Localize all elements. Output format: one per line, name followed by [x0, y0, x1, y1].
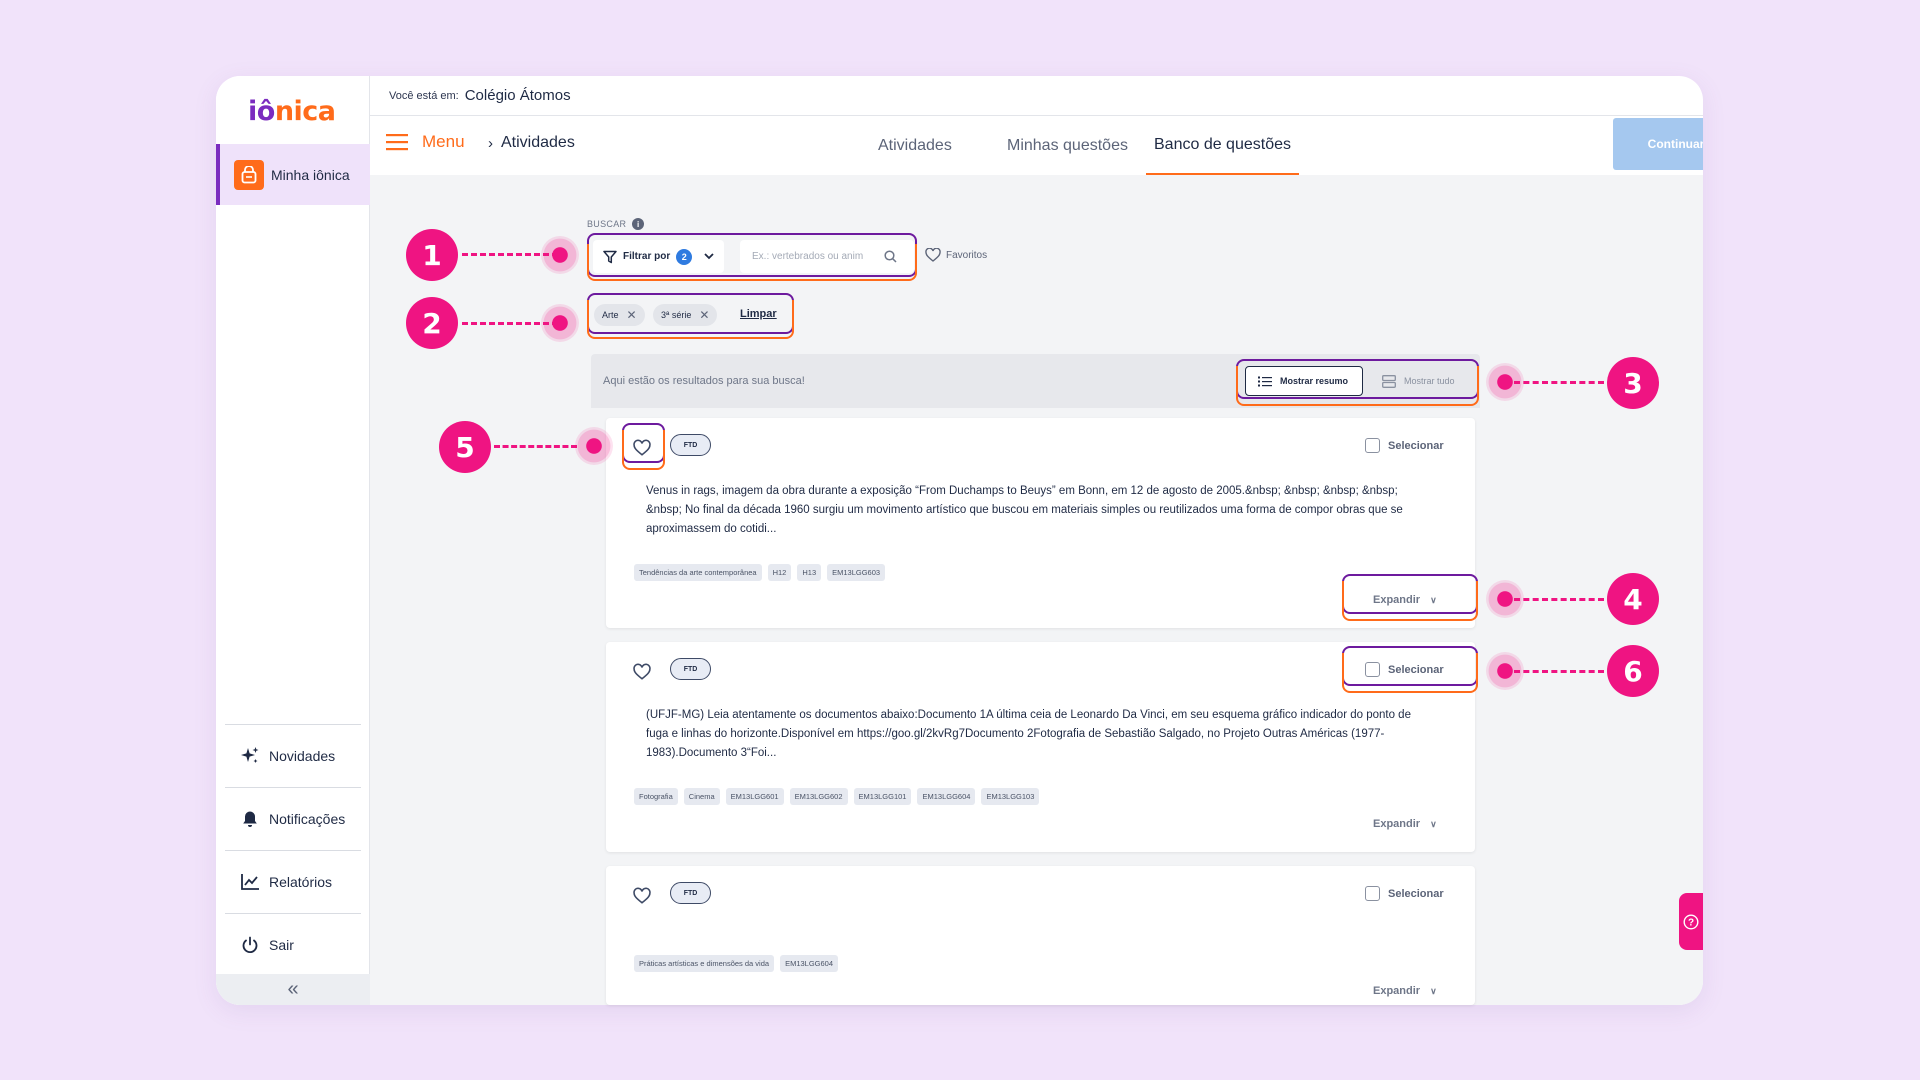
annotation-dot: [541, 236, 579, 274]
annotation-dot: [541, 304, 579, 342]
question-text: Venus in rags, imagem da obra durante a …: [646, 485, 1403, 535]
search-label: BUSCAR i: [587, 218, 645, 230]
highlight-expand-accent: [1342, 581, 1478, 621]
chevron-right-icon: ›: [488, 134, 493, 152]
annotation-connector: [1514, 670, 1604, 673]
sidebar-item-sair[interactable]: Sair: [225, 913, 361, 976]
location-label: Você está em:: [389, 89, 459, 102]
expand-button[interactable]: Expandir ∨: [1373, 985, 1437, 997]
breadcrumb[interactable]: › Atividades: [488, 134, 575, 152]
sidebar-item-minha-ionica[interactable]: Minha iônica: [216, 144, 370, 205]
annotation-marker-3: 3: [1607, 357, 1659, 409]
annotation-marker-5: 5: [439, 421, 491, 473]
select-checkbox[interactable]: Selecionar: [1365, 886, 1444, 901]
favorites-filter[interactable]: Favoritos: [925, 248, 987, 262]
tag-list: Tendências da arte contemporânea H12 H13…: [634, 564, 886, 581]
source-badge: FTD: [670, 434, 711, 456]
annotation-dot: [1486, 363, 1524, 401]
bell-icon: [239, 808, 261, 830]
power-icon: [239, 934, 261, 956]
expand-button[interactable]: Expandir ∨: [1373, 818, 1437, 830]
annotation-connector: [1514, 598, 1604, 601]
source-badge: FTD: [670, 882, 711, 904]
double-chevron-left-icon: «: [287, 978, 299, 1000]
question-card: FTD Selecionar Práticas artísticas e dim…: [606, 866, 1475, 1005]
tag: EM13LGG604: [917, 788, 976, 805]
menu-label: Menu: [422, 132, 465, 151]
tag: Cinema: [683, 788, 720, 805]
sidebar-item-notificacoes[interactable]: Notificações: [225, 787, 361, 850]
sidebar-item-label: Sair: [269, 937, 294, 953]
highlight-chips-accent: [587, 300, 794, 339]
annotation-marker-2: 2: [406, 297, 458, 349]
favorite-heart-icon[interactable]: [633, 887, 651, 905]
annotation-connector: [1514, 381, 1604, 384]
sidebar: iônica Minha iônica Novidades Notificaçõ…: [216, 76, 370, 1005]
location-bar: Você está em: Colégio Átomos: [370, 76, 1703, 116]
tag-list: Fotografia Cinema EM13LGG601 EM13LGG602 …: [634, 788, 1040, 805]
backpack-icon: [234, 159, 264, 190]
menu-button[interactable]: Menu: [386, 132, 465, 152]
checkbox[interactable]: [1365, 438, 1380, 453]
tag: EM13LGG603: [827, 564, 886, 581]
tag: Fotografia: [634, 788, 678, 805]
highlight-favorite-accent: [622, 430, 665, 470]
chevron-down-icon: ∨: [1430, 985, 1437, 996]
checkbox[interactable]: [1365, 886, 1380, 901]
continue-button[interactable]: Continuar: [1613, 118, 1703, 170]
sidebar-item-label: Novidades: [269, 748, 336, 764]
annotation-marker-6: 6: [1607, 645, 1659, 697]
hamburger-icon: [386, 134, 408, 151]
chevron-down-icon: ∨: [1430, 818, 1437, 829]
sidebar-item-novidades[interactable]: Novidades: [225, 724, 361, 787]
tab-atividades[interactable]: Atividades: [878, 116, 952, 175]
heart-icon: [925, 248, 941, 262]
question-circle-icon: ?: [1683, 913, 1699, 930]
tag: EM13LGG604: [780, 955, 839, 972]
tag: EM13LGG103: [981, 788, 1040, 805]
source-badge: FTD: [670, 658, 711, 680]
tag: EM13LGG101: [853, 788, 912, 805]
results-message: Aqui estão os resultados para sua busca!: [603, 375, 805, 387]
annotation-marker-4: 4: [1607, 573, 1659, 625]
tab-banco-de-questoes[interactable]: Banco de questões: [1146, 116, 1299, 175]
highlight-select-accent: [1342, 653, 1478, 693]
tag: Práticas artísticas e dimensões da vida: [634, 955, 775, 972]
tag: EM13LGG602: [789, 788, 848, 805]
help-button[interactable]: ?: [1679, 893, 1703, 950]
tag-list: Práticas artísticas e dimensões da vida …: [634, 955, 839, 972]
annotation-dot: [1486, 580, 1524, 618]
sidebar-item-label: Relatórios: [269, 874, 333, 890]
navbar: Menu › Atividades Atividades Minhas ques…: [370, 116, 1703, 175]
sidebar-item-label: Notificações: [269, 811, 346, 827]
sidebar-item-label: Minha iônica: [271, 166, 350, 183]
tag: EM13LGG601: [725, 788, 784, 805]
breadcrumb-current: Atividades: [501, 134, 575, 151]
select-checkbox[interactable]: Selecionar: [1365, 438, 1444, 453]
favorites-label: Favoritos: [946, 249, 988, 261]
tag: Tendências da arte contemporânea: [634, 564, 762, 581]
favorite-heart-icon[interactable]: [633, 663, 651, 681]
tag: H13: [797, 564, 822, 581]
question-text: (UFJF-MG) Leia atentamente os documentos…: [646, 709, 1411, 759]
annotation-dot: [575, 427, 613, 465]
collapse-sidebar-button[interactable]: «: [216, 974, 370, 1005]
highlight-view-toggle-accent: [1236, 366, 1479, 406]
highlight-filter-search-accent: [587, 244, 917, 281]
svg-text:?: ?: [1688, 917, 1694, 928]
school-name: Colégio Átomos: [464, 87, 571, 104]
annotation-dot: [1486, 652, 1524, 690]
tag: H12: [767, 564, 792, 581]
annotation-connector: [494, 445, 577, 448]
sparkles-icon: [239, 745, 261, 767]
sidebar-item-relatorios[interactable]: Relatórios: [225, 850, 361, 913]
info-icon[interactable]: i: [632, 218, 645, 230]
tab-minhas-questoes[interactable]: Minhas questões: [1007, 116, 1128, 175]
annotation-marker-1: 1: [406, 229, 458, 281]
ionica-logo[interactable]: iônica: [248, 96, 336, 127]
sidebar-bottom-menu: Novidades Notificações Relatórios Sair: [225, 724, 361, 976]
chart-line-icon: [239, 871, 261, 893]
